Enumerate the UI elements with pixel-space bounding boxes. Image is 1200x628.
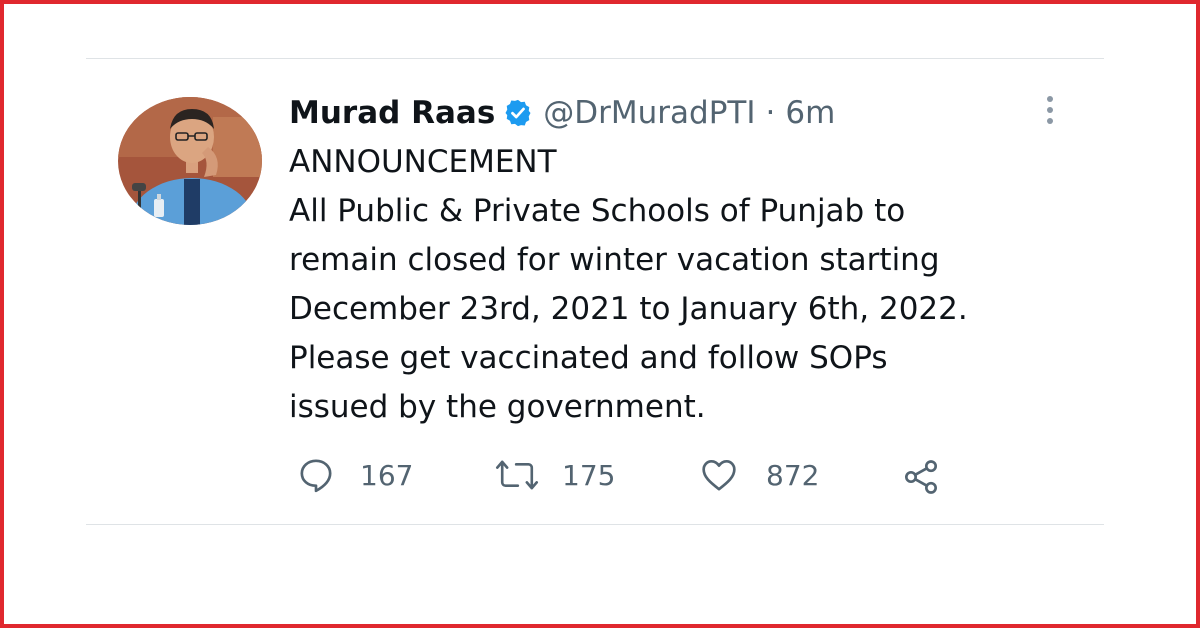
header-separator: · xyxy=(765,95,776,131)
tweet-line: All Public & Private Schools of Punjab t… xyxy=(289,193,906,229)
author-name[interactable]: Murad Raas xyxy=(289,95,495,131)
reply-button[interactable]: 167 xyxy=(296,455,413,495)
tweet-line: Please get vaccinated and follow SOPs xyxy=(289,340,888,376)
tweet-text: ANNOUNCEMENT All Public & Private School… xyxy=(289,138,1109,432)
avatar[interactable] xyxy=(118,97,262,225)
tweet-header: Murad Raas @DrMuradPTI · 6m xyxy=(289,90,835,136)
retweet-count: 175 xyxy=(562,458,616,492)
bottom-divider xyxy=(86,524,1104,525)
verified-badge-icon xyxy=(503,98,533,128)
tweet-actions: 167 175 872 xyxy=(0,452,1200,502)
tweet-line: ANNOUNCEMENT xyxy=(289,144,557,180)
author-handle[interactable]: @DrMuradPTI xyxy=(543,95,755,131)
reply-icon xyxy=(296,455,336,495)
reply-count: 167 xyxy=(360,458,414,492)
share-button[interactable] xyxy=(900,457,942,497)
like-count: 872 xyxy=(766,458,820,492)
retweet-icon xyxy=(494,455,540,495)
tweet-line: issued by the government. xyxy=(289,389,706,425)
top-divider xyxy=(86,58,1104,59)
retweet-button[interactable]: 175 xyxy=(494,455,615,495)
tweet-line: December 23rd, 2021 to January 6th, 2022… xyxy=(289,291,968,327)
like-button[interactable]: 872 xyxy=(698,455,819,495)
tweet-line: remain closed for winter vacation starti… xyxy=(289,242,940,278)
tweet-time[interactable]: 6m xyxy=(785,95,835,131)
more-vertical-icon[interactable] xyxy=(1030,93,1070,129)
heart-icon xyxy=(698,455,740,495)
share-icon xyxy=(900,457,942,497)
